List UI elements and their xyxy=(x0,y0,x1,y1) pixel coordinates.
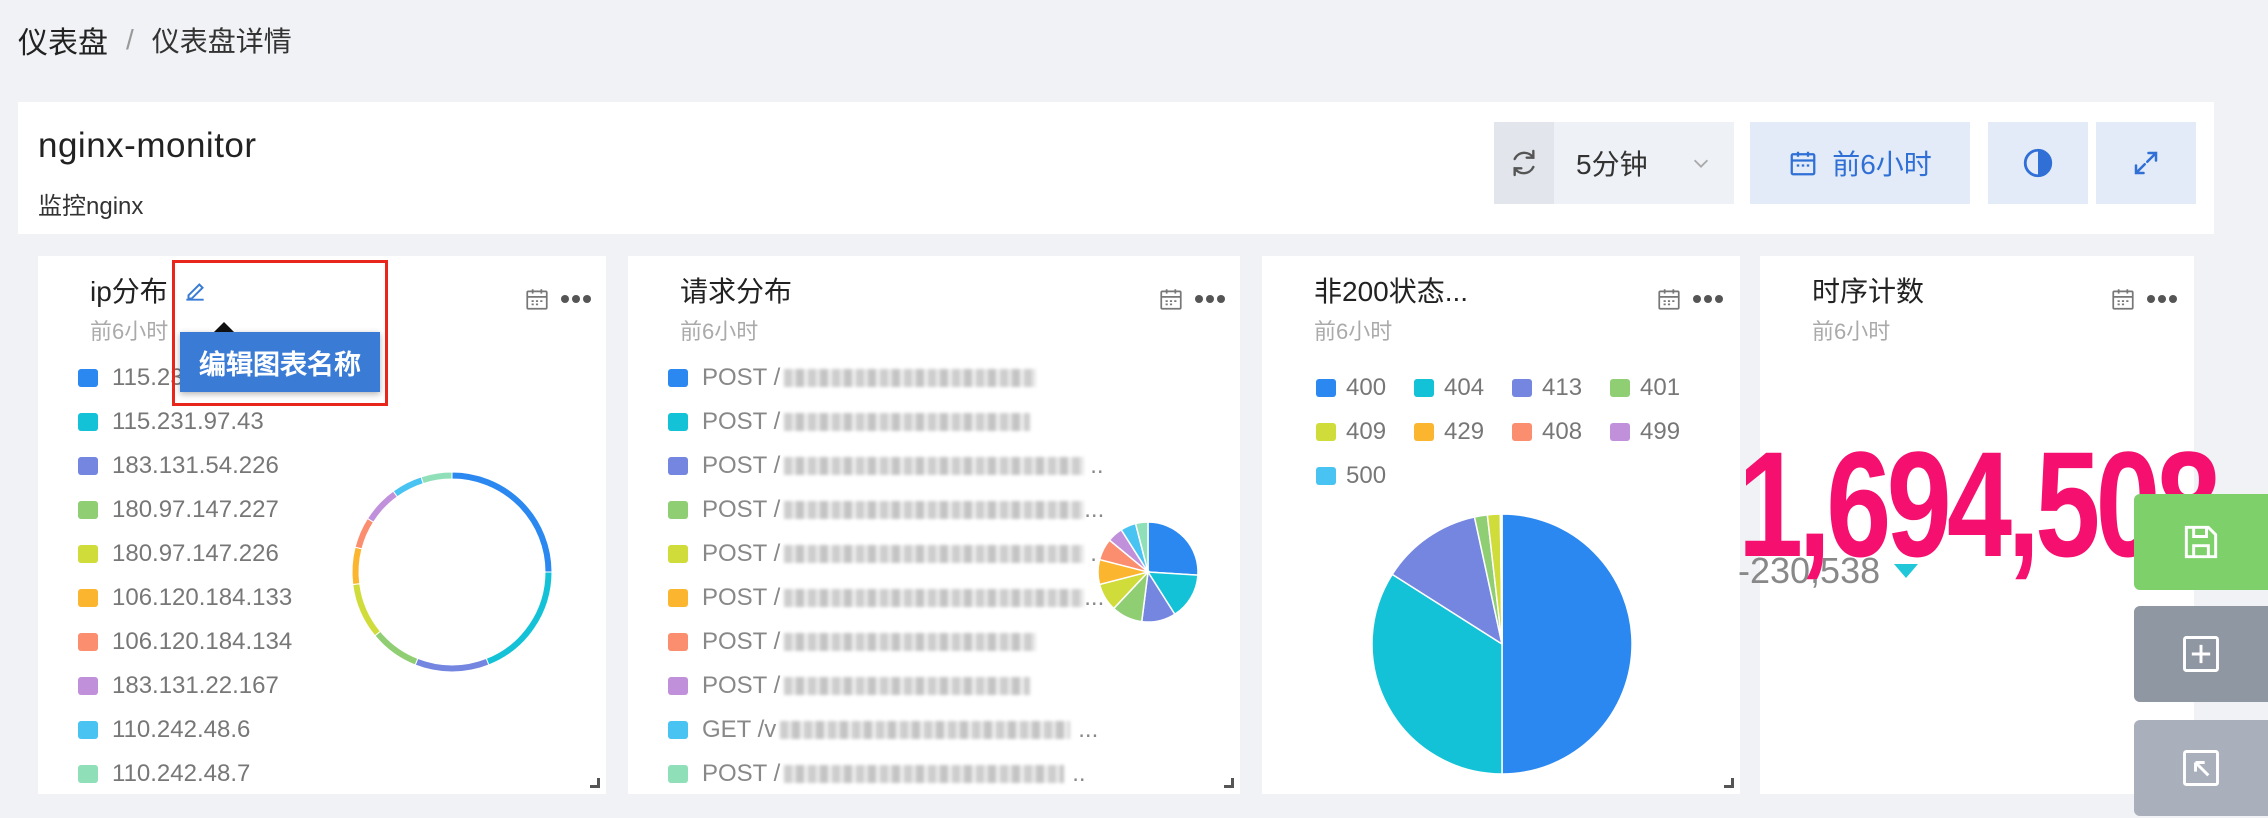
stat-delta-value: -230,538 xyxy=(1738,550,1881,591)
stat-delta: -230,538 xyxy=(1738,550,1919,592)
dashboard-description: 监控nginx xyxy=(38,193,144,220)
pie-slice-115.23[interactable] xyxy=(451,471,553,573)
chart-card-status: 非200状态... 前6小时 400 404 413 401 409 429 4… xyxy=(1262,256,1740,794)
time-range-button[interactable]: 前6小时 xyxy=(1750,122,1970,204)
fullscreen-button[interactable] xyxy=(2096,122,2196,204)
refresh-button[interactable] xyxy=(1494,122,1554,204)
pie-slice-110.242.48.7[interactable] xyxy=(420,471,453,485)
card-tools xyxy=(2110,286,2178,312)
down-triangle-icon xyxy=(1894,564,1919,578)
pie-slice-106.120.184.133[interactable] xyxy=(351,546,363,586)
card-title: 时序计数 xyxy=(1812,276,1925,307)
pie-slice-180.97.147.227[interactable] xyxy=(374,630,419,666)
dashboard-title: nginx-monitor xyxy=(38,126,257,165)
save-button[interactable] xyxy=(2134,494,2268,590)
dashboard-header: nginx-monitor 监控nginx 5分钟 前6小时 xyxy=(18,102,2214,234)
pie-slice-400[interactable] xyxy=(1501,513,1633,775)
tooltip-arrow xyxy=(214,322,234,332)
resize-handle[interactable] xyxy=(590,778,600,788)
contrast-icon xyxy=(2023,148,2053,178)
pie-slice-115.231.97.43[interactable] xyxy=(485,571,553,666)
theme-toggle-button[interactable] xyxy=(1988,122,2088,204)
time-range-label: 前6小时 xyxy=(1832,149,1932,180)
status-pie-chart xyxy=(1371,513,1633,775)
exit-edit-button[interactable] xyxy=(2134,720,2268,816)
calendar-icon[interactable] xyxy=(2110,286,2136,312)
pie-slice-183.131.22.167[interactable] xyxy=(366,490,399,523)
pie-slice-106.120.184.134[interactable] xyxy=(354,517,375,550)
breadcrumb-separator: / xyxy=(126,24,134,55)
exit-icon xyxy=(2183,750,2219,786)
request-pie-chart xyxy=(1097,521,1199,623)
pie-slice-180.97.147.226[interactable] xyxy=(352,583,382,637)
refresh-interval-value: 5分钟 xyxy=(1576,149,1648,180)
resize-handle[interactable] xyxy=(1724,778,1734,788)
chart-card-requests: 请求分布 前6小时 POST / POST / POST /.. POST /.… xyxy=(628,256,1240,794)
pie-slice-110.242.48.6[interactable] xyxy=(392,476,424,498)
pie-slice-183.131.54.226[interactable] xyxy=(414,657,490,673)
resize-handle[interactable] xyxy=(1224,778,1234,788)
refresh-interval-select[interactable]: 5分钟 xyxy=(1554,143,1734,183)
card-subtitle: 前6小时 xyxy=(1812,319,1891,344)
breadcrumb: 仪表盘 / 仪表盘详情 xyxy=(18,20,292,60)
calendar-icon xyxy=(1790,151,1816,176)
pie-slice-POST 1[interactable] xyxy=(1147,521,1199,576)
edit-title-tooltip: 编辑图表名称 xyxy=(180,332,380,392)
refresh-control: 5分钟 xyxy=(1494,122,1734,204)
refresh-icon xyxy=(1513,149,1535,177)
more-icon[interactable] xyxy=(2146,294,2178,304)
add-icon xyxy=(2183,636,2219,672)
expand-icon xyxy=(2134,151,2158,175)
breadcrumb-root[interactable]: 仪表盘 xyxy=(18,18,108,62)
chevron-down-icon xyxy=(1693,159,1709,168)
save-icon xyxy=(2184,525,2218,559)
add-chart-button[interactable] xyxy=(2134,606,2268,702)
breadcrumb-current: 仪表盘详情 xyxy=(151,26,292,57)
